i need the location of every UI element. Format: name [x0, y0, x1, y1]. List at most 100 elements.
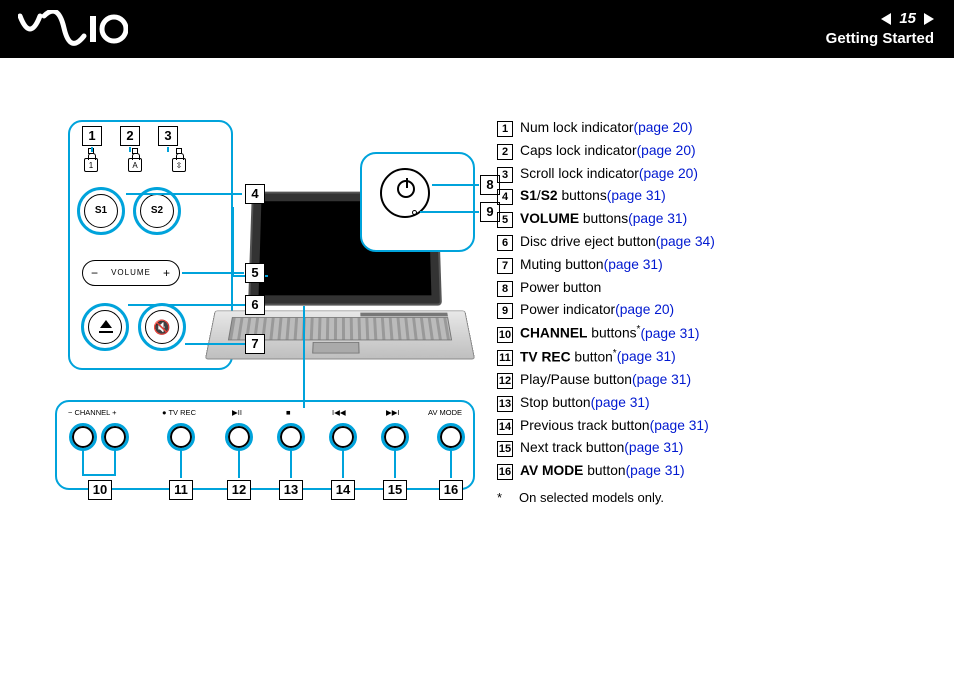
callout-10: 10: [88, 480, 112, 500]
callout-7: 7: [245, 334, 265, 354]
label-next: ▶▶I: [386, 408, 400, 417]
legend-number: 14: [497, 419, 513, 435]
channel-down-icon: [72, 426, 94, 448]
callout-6: 6: [245, 295, 265, 315]
legend-number: 5: [497, 212, 513, 228]
legend-number: 15: [497, 441, 513, 457]
page-link[interactable]: (page 34): [656, 231, 715, 253]
legend-row: 7 Muting button (page 31): [497, 254, 715, 276]
callout-1: 1: [82, 126, 102, 146]
page-link[interactable]: (page 20): [637, 140, 696, 162]
label-stop: ■: [286, 408, 291, 417]
legend-number: 9: [497, 303, 513, 319]
legend-text: AV MODE button: [520, 460, 626, 482]
callout-13: 13: [279, 480, 303, 500]
legend-number: 11: [497, 350, 513, 366]
legend-row: 11 TV REC button* (page 31): [497, 346, 715, 368]
s2-button-icon: S2: [140, 194, 174, 228]
label-avmode: AV MODE: [428, 408, 462, 417]
legend-row: 15 Next track button (page 31): [497, 437, 715, 459]
legend-row: 4S1/S2 buttons (page 31): [497, 185, 715, 207]
legend-footnote: *On selected models only.: [497, 488, 715, 509]
legend-number: 13: [497, 396, 513, 412]
numlock-icon: 1: [84, 158, 98, 172]
legend-text: Scroll lock indicator: [520, 163, 639, 185]
stop-icon: [280, 426, 302, 448]
legend-text: Caps lock indicator: [520, 140, 637, 162]
page-link[interactable]: (page 31): [617, 346, 676, 368]
vaio-logo: [18, 10, 128, 51]
legend-number: 4: [497, 189, 513, 205]
page-nav: 15: [881, 10, 934, 27]
callout-3: 3: [158, 126, 178, 146]
legend-number: 7: [497, 258, 513, 274]
callout-12: 12: [227, 480, 251, 500]
legend-text: TV REC button*: [520, 346, 617, 368]
page-link[interactable]: (page 20): [633, 117, 692, 139]
page-link[interactable]: (page 31): [604, 254, 663, 276]
page-link[interactable]: (page 31): [626, 460, 685, 482]
legend-row: 13 Stop button (page 31): [497, 392, 715, 414]
legend-text: Previous track button: [520, 415, 650, 437]
callout-11: 11: [169, 480, 193, 500]
legend-list: 1Num lock indicator (page 20) 2 Caps lock …: [497, 117, 715, 508]
page-number: 15: [899, 10, 916, 27]
legend-number: 3: [497, 167, 513, 183]
callout-15: 15: [383, 480, 407, 500]
legend-number: 6: [497, 235, 513, 251]
play-icon: [228, 426, 250, 448]
legend-text: Play/Pause button: [520, 369, 632, 391]
legend-number: 2: [497, 144, 513, 160]
callout-16: 16: [439, 480, 463, 500]
next-page-arrow-icon[interactable]: [924, 13, 934, 25]
label-prev: I◀◀: [332, 408, 346, 417]
legend-row: 8 Power button: [497, 277, 715, 299]
lock-indicators: 1 A ⇳: [84, 148, 186, 172]
page-link[interactable]: (page 31): [650, 415, 709, 437]
legend-text: Power indicator: [520, 299, 615, 321]
s1-button-icon: S1: [84, 194, 118, 228]
legend-row: 2 Caps lock indicator (page 20): [497, 140, 715, 162]
legend-text: Power button: [520, 277, 601, 299]
page-link[interactable]: (page 20): [639, 163, 698, 185]
callout-2: 2: [120, 126, 140, 146]
prev-page-arrow-icon[interactable]: [881, 13, 891, 25]
callout-14: 14: [331, 480, 355, 500]
page-link[interactable]: (page 31): [591, 392, 650, 414]
page-link[interactable]: (page 31): [607, 185, 666, 207]
next-icon: [384, 426, 406, 448]
page-link[interactable]: (page 31): [640, 323, 699, 345]
legend-row: 16AV MODE button (page 31): [497, 460, 715, 482]
page-link[interactable]: (page 31): [628, 208, 687, 230]
legend-row: 1Num lock indicator (page 20): [497, 117, 715, 139]
legend-text: Muting button: [520, 254, 604, 276]
page-link[interactable]: (page 31): [632, 369, 691, 391]
prev-icon: [332, 426, 354, 448]
legend-row: 9 Power indicator (page 20): [497, 299, 715, 321]
tvrec-icon: [170, 426, 192, 448]
legend-text: Next track button: [520, 437, 624, 459]
legend-text: CHANNEL buttons*: [520, 322, 640, 344]
label-tvrec: ● TV REC: [162, 408, 196, 417]
mute-button-icon: 🔇: [145, 310, 179, 344]
legend-row: 5 VOLUME buttons (page 31): [497, 208, 715, 230]
page-header: 15 Getting Started: [0, 0, 954, 58]
volume-button-icon: VOLUME: [82, 260, 180, 286]
page-link[interactable]: (page 20): [615, 299, 674, 321]
section-title: Getting Started: [826, 30, 934, 47]
power-led-icon: [412, 210, 417, 215]
legend-text: VOLUME buttons: [520, 208, 628, 230]
legend-row: 3 Scroll lock indicator (page 20): [497, 163, 715, 185]
legend-row: 10CHANNEL buttons* (page 31): [497, 322, 715, 344]
eject-button-icon: [88, 310, 122, 344]
capslock-icon: A: [128, 158, 142, 172]
avmode-icon: [440, 426, 462, 448]
callout-4: 4: [245, 184, 265, 204]
legend-text: Stop button: [520, 392, 591, 414]
legend-number: 8: [497, 281, 513, 297]
page-link[interactable]: (page 31): [624, 437, 683, 459]
legend-row: 6Disc drive eject button (page 34): [497, 231, 715, 253]
legend-number: 12: [497, 373, 513, 389]
callout-5: 5: [245, 263, 265, 283]
hardware-diagram: 1 A ⇳ S1 S2 VOLUME 🔇 1 2 3 4 5 6 7 8 9 −…: [60, 120, 480, 540]
